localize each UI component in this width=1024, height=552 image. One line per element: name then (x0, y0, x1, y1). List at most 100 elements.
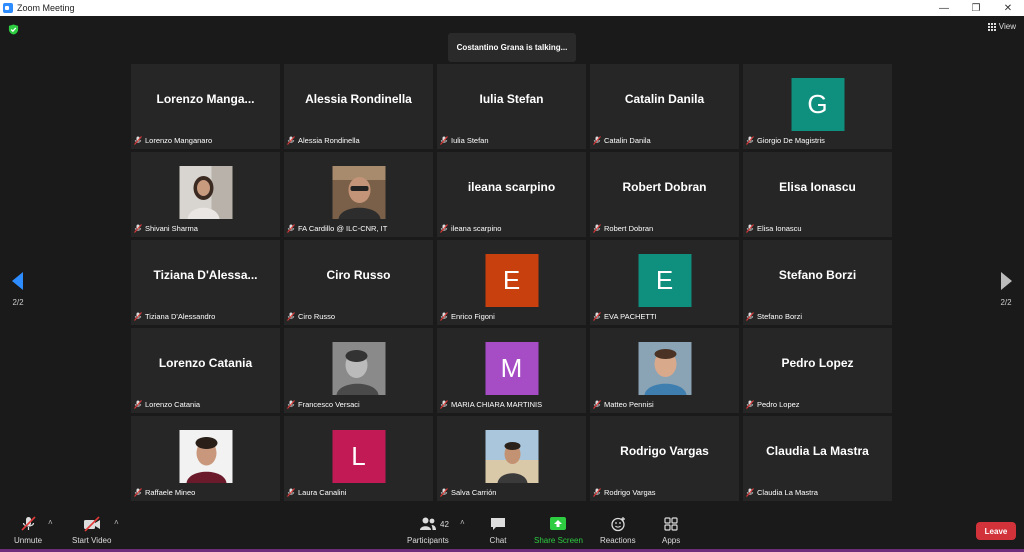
previous-page-button[interactable]: 2/2 (10, 272, 26, 307)
unmute-label: Unmute (14, 536, 43, 545)
participant-display-name: Rodrigo Vargas (620, 444, 709, 458)
participant-name-label: MARIA CHIARA MARTINIS (440, 399, 542, 410)
zoom-app-icon (3, 3, 13, 13)
minimize-button[interactable]: — (928, 0, 960, 16)
participant-display-name: Ciro Russo (326, 268, 391, 282)
unmute-button[interactable]: Unmute (14, 516, 42, 545)
participant-name-label: Alessia Rondinella (287, 135, 360, 146)
microphone-muted-icon (287, 312, 295, 321)
participant-name-label: FA Cardillo @ ILC-CNR, IT (287, 223, 387, 234)
participant-photo-avatar (179, 166, 232, 219)
microphone-muted-icon (134, 224, 142, 233)
participant-name-label: Shivani Sharma (134, 223, 198, 234)
page-indicator-right: 2/2 (1000, 298, 1012, 307)
participant-tile[interactable]: Lorenzo Catania Lorenzo Catania (131, 328, 280, 413)
participant-display-name: Elisa Ionascu (779, 180, 856, 194)
participant-name: ileana scarpino (451, 224, 502, 233)
participant-tile[interactable]: Lorenzo Manga... Lorenzo Manganaro (131, 64, 280, 149)
participant-name-label: Laura Canalini (287, 487, 346, 498)
next-page-button[interactable]: 2/2 (998, 272, 1014, 307)
participant-tile[interactable]: L Laura Canalini (284, 416, 433, 501)
microphone-muted-icon (746, 136, 754, 145)
participant-tile[interactable]: Claudia La Mastra Claudia La Mastra (743, 416, 892, 501)
participant-name: Lorenzo Catania (145, 400, 201, 409)
participant-name-label: Catalin Danila (593, 135, 651, 146)
share-screen-label: Share Screen (534, 536, 583, 545)
participant-name-label: ileana scarpino (440, 223, 501, 234)
participant-tile[interactable]: E Enrico Figoni (437, 240, 586, 325)
participant-display-name: Iulia Stefan (479, 92, 544, 106)
participant-tile[interactable]: Francesco Versaci (284, 328, 433, 413)
participant-tile[interactable]: Ciro Russo Ciro Russo (284, 240, 433, 325)
leave-button[interactable]: Leave (976, 522, 1016, 540)
video-off-icon (83, 516, 100, 532)
participant-tile[interactable]: Salva Carrión (437, 416, 586, 501)
participant-name: Lorenzo Manganaro (145, 136, 213, 145)
participant-name-label: Enrico Figoni (440, 311, 495, 322)
microphone-muted-icon (593, 312, 601, 321)
reactions-button[interactable]: Reactions (600, 516, 636, 545)
participant-name-label: EVA PACHETTI (593, 311, 657, 322)
participant-tile[interactable]: ileana scarpino ileana scarpino (437, 152, 586, 237)
participant-photo-avatar (179, 430, 232, 483)
microphone-muted-icon (440, 488, 448, 497)
share-screen-button[interactable]: Share Screen (534, 516, 583, 545)
participant-tile[interactable]: Rodrigo Vargas Rodrigo Vargas (590, 416, 739, 501)
participant-tile[interactable]: Robert Dobran Robert Dobran (590, 152, 739, 237)
participant-name-label: Iulia Stefan (440, 135, 489, 146)
participant-name-label: Ciro Russo (287, 311, 335, 322)
close-button[interactable]: ✕ (992, 0, 1024, 16)
participant-name-label: Stefano Borzi (746, 311, 802, 322)
participant-name: Matteo Pennisi (604, 400, 654, 409)
microphone-muted-icon (593, 224, 601, 233)
participant-tile[interactable]: M MARIA CHIARA MARTINIS (437, 328, 586, 413)
participant-photo-avatar (485, 430, 538, 483)
participant-initial-avatar: E (485, 254, 538, 307)
participant-name-label: Lorenzo Manganaro (134, 135, 212, 146)
microphone-muted-icon (746, 488, 754, 497)
participant-tile[interactable]: Iulia Stefan Iulia Stefan (437, 64, 586, 149)
participant-tile[interactable]: Catalin Danila Catalin Danila (590, 64, 739, 149)
participant-name: Catalin Danila (604, 136, 651, 145)
participant-tile[interactable]: Matteo Pennisi (590, 328, 739, 413)
participant-tile[interactable]: E EVA PACHETTI (590, 240, 739, 325)
participant-name-label: Matteo Pennisi (593, 399, 654, 410)
participant-tile[interactable]: FA Cardillo @ ILC-CNR, IT (284, 152, 433, 237)
chat-button[interactable]: Chat (489, 516, 507, 545)
microphone-muted-icon (287, 224, 295, 233)
participant-tile[interactable]: Elisa Ionascu Elisa Ionascu (743, 152, 892, 237)
page-indicator-left: 2/2 (12, 298, 24, 307)
apps-button[interactable]: Apps (662, 516, 680, 545)
participant-name: Elisa Ionascu (757, 224, 802, 233)
chat-icon (491, 518, 505, 530)
participant-tile[interactable]: Pedro Lopez Pedro Lopez (743, 328, 892, 413)
microphone-muted-icon (134, 488, 142, 497)
video-options-chevron-icon[interactable]: ˄ (114, 518, 119, 527)
participant-name-label: Claudia La Mastra (746, 487, 818, 498)
shield-check-icon[interactable] (8, 24, 19, 35)
participant-name: Raffaele Mineo (145, 488, 196, 497)
title-bar: Zoom Meeting — ❐ ✕ (0, 0, 1024, 16)
participant-name: Laura Canalini (298, 488, 347, 497)
start-video-button[interactable]: Start Video (72, 516, 111, 545)
microphone-muted-icon (746, 312, 754, 321)
participants-options-chevron-icon[interactable]: ˄ (460, 518, 465, 527)
participant-tile[interactable]: Tiziana D'Alessa... Tiziana D'Alessandro (131, 240, 280, 325)
participant-tile[interactable]: Shivani Sharma (131, 152, 280, 237)
microphone-muted-icon (440, 312, 448, 321)
microphone-muted-icon (134, 312, 142, 321)
participant-tile[interactable]: Stefano Borzi Stefano Borzi (743, 240, 892, 325)
microphone-muted-icon (21, 516, 36, 531)
participant-name: Claudia La Mastra (757, 488, 818, 497)
participants-icon (419, 517, 436, 530)
participant-tile[interactable]: Alessia Rondinella Alessia Rondinella (284, 64, 433, 149)
microphone-muted-icon (287, 488, 295, 497)
restore-button[interactable]: ❐ (960, 0, 992, 16)
participant-tile[interactable]: G Giorgio De Magistris (743, 64, 892, 149)
arrow-right-icon (1001, 272, 1012, 290)
window-controls: — ❐ ✕ (928, 0, 1024, 16)
participant-tile[interactable]: Raffaele Mineo (131, 416, 280, 501)
audio-options-chevron-icon[interactable]: ˄ (48, 518, 53, 527)
view-button[interactable]: View (987, 22, 1016, 31)
participant-name: Giorgio De Magistris (757, 136, 825, 145)
